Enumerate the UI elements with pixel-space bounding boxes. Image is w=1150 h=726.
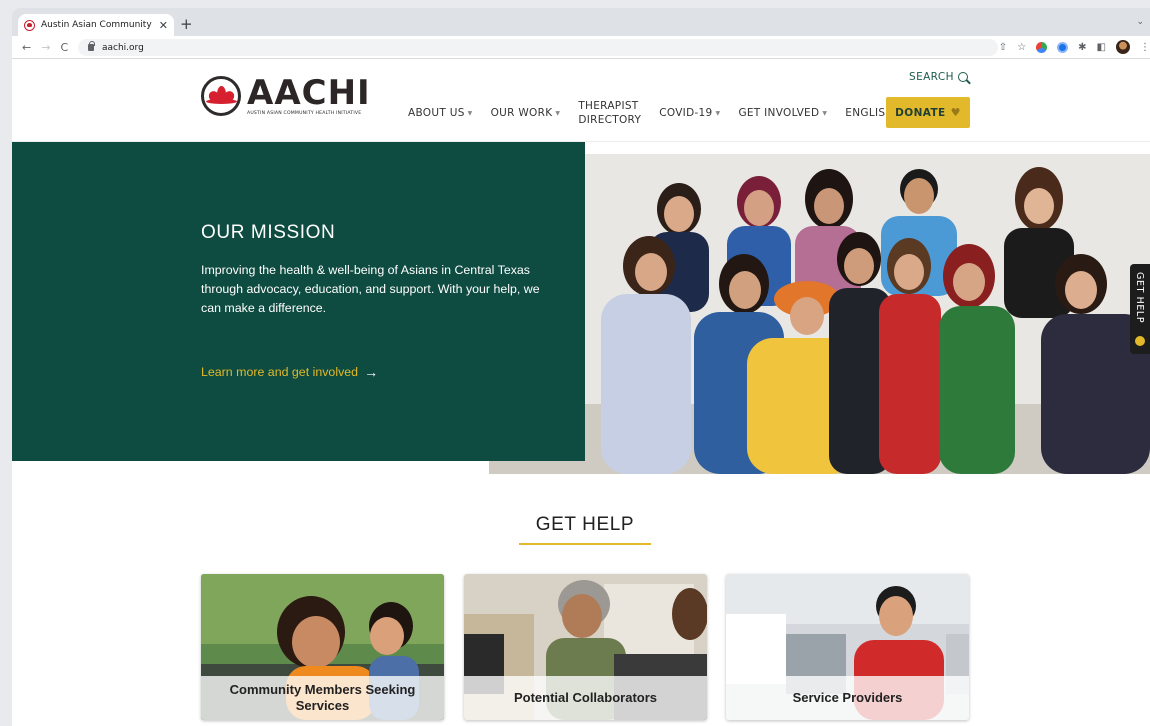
- get-help-side-label: GET HELP: [1134, 272, 1145, 324]
- get-help-heading: GET HELP: [535, 514, 635, 535]
- browser-window: Austin Asian Community Healt ✕ + ⌄ ← → C…: [12, 8, 1150, 726]
- side-panel-icon[interactable]: ◧: [1097, 42, 1106, 53]
- nav-therapist-label-line1: THERAPIST: [578, 100, 639, 112]
- reload-icon[interactable]: C: [60, 41, 68, 54]
- nav-covid-19[interactable]: COVID-19 ▼: [659, 107, 720, 119]
- nav-get-involved-label: GET INVOLVED: [738, 107, 820, 119]
- nav-about-us[interactable]: ABOUT US ▼: [408, 107, 473, 119]
- browser-toolbar: ← → C aachi.org ⇧ ☆ ✱ ◧ ⋮: [12, 36, 1150, 58]
- lotus-logo-icon: [201, 76, 241, 116]
- card-service-providers-caption: Service Providers: [726, 676, 969, 720]
- site-header: AACHI AUSTIN ASIAN COMMUNITY HEALTH INIT…: [12, 59, 1150, 142]
- bookmark-star-icon[interactable]: ☆: [1017, 42, 1026, 53]
- heading-underline: [519, 543, 651, 545]
- nav-get-involved[interactable]: GET INVOLVED ▼: [738, 107, 827, 119]
- logo-wordmark: AACHI: [247, 73, 371, 113]
- card-potential-collaborators[interactable]: Potential Collaborators: [464, 574, 707, 720]
- card-service-providers[interactable]: Service Providers: [726, 574, 969, 720]
- nav-therapist-directory[interactable]: THERAPIST DIRECTORY: [578, 99, 641, 127]
- chevron-down-icon: ▼: [715, 109, 721, 117]
- search-label: SEARCH: [909, 71, 954, 83]
- card-community-members[interactable]: Community Members Seeking Services: [201, 574, 444, 720]
- site-favicon-icon: [24, 19, 35, 31]
- mission-text: Improving the health & well-being of Asi…: [201, 263, 540, 315]
- donate-button[interactable]: DONATE ♥: [886, 97, 970, 128]
- forward-icon[interactable]: →: [41, 41, 50, 54]
- new-tab-icon[interactable]: +: [180, 15, 193, 33]
- back-icon[interactable]: ←: [22, 41, 31, 54]
- card-community-members-caption: Community Members Seeking Services: [201, 676, 444, 720]
- learn-more-link[interactable]: Learn more and get involved →: [201, 364, 378, 380]
- aachi-logo[interactable]: AACHI AUSTIN ASIAN COMMUNITY HEALTH INIT…: [201, 76, 371, 116]
- address-bar[interactable]: aachi.org: [78, 39, 998, 56]
- browser-menu-icon[interactable]: ⋮: [1140, 42, 1150, 53]
- profile-avatar[interactable]: [1116, 40, 1130, 54]
- search-link[interactable]: SEARCH: [909, 71, 968, 83]
- search-icon: [957, 72, 968, 82]
- toolbar-actions: ⇧ ☆ ✱ ◧ ⋮: [999, 40, 1150, 54]
- donate-label: DONATE: [895, 106, 946, 119]
- chevron-down-icon: ▼: [822, 109, 828, 117]
- extensions-puzzle-icon[interactable]: ✱: [1078, 42, 1086, 53]
- get-help-side-tab[interactable]: GET HELP: [1130, 264, 1150, 354]
- nav-about-us-label: ABOUT US: [408, 107, 465, 119]
- heart-icon: ♥: [950, 106, 961, 119]
- extension-blue-icon[interactable]: [1057, 41, 1069, 53]
- lock-icon: [88, 41, 95, 51]
- chevron-down-icon: ▼: [555, 109, 561, 117]
- mission-heading: OUR MISSION: [201, 222, 336, 243]
- tab-search-chevron-icon[interactable]: ⌄: [1136, 17, 1144, 27]
- learn-more-label: Learn more and get involved: [201, 365, 359, 379]
- team-photo-illustration: [489, 154, 1150, 474]
- tab-strip: Austin Asian Community Healt ✕ + ⌄: [12, 8, 1150, 36]
- main-navigation: ABOUT US ▼ OUR WORK ▼ THERAPIST DIRECTORY …: [408, 99, 901, 127]
- help-badge-icon: [1135, 336, 1145, 346]
- url-text: aachi.org: [102, 42, 144, 53]
- share-icon[interactable]: ⇧: [999, 42, 1007, 53]
- tab-title: Austin Asian Community Healt: [40, 20, 153, 30]
- chevron-down-icon: ▼: [467, 109, 473, 117]
- browser-tab-active[interactable]: Austin Asian Community Healt ✕: [18, 14, 174, 36]
- team-group-photo: [489, 154, 1150, 474]
- nav-therapist-label-line2: DIRECTORY: [578, 114, 642, 126]
- logo-tagline: AUSTIN ASIAN COMMUNITY HEALTH INITIATIVE: [247, 111, 362, 116]
- nav-covid-label: COVID-19: [659, 107, 713, 119]
- tab-close-icon[interactable]: ✕: [159, 19, 168, 32]
- card-potential-collaborators-caption: Potential Collaborators: [464, 676, 707, 720]
- extension-colorful-icon[interactable]: [1036, 41, 1048, 53]
- nav-our-work[interactable]: OUR WORK ▼: [491, 107, 561, 119]
- arrow-right-icon: →: [364, 364, 379, 380]
- nav-our-work-label: OUR WORK: [490, 107, 553, 119]
